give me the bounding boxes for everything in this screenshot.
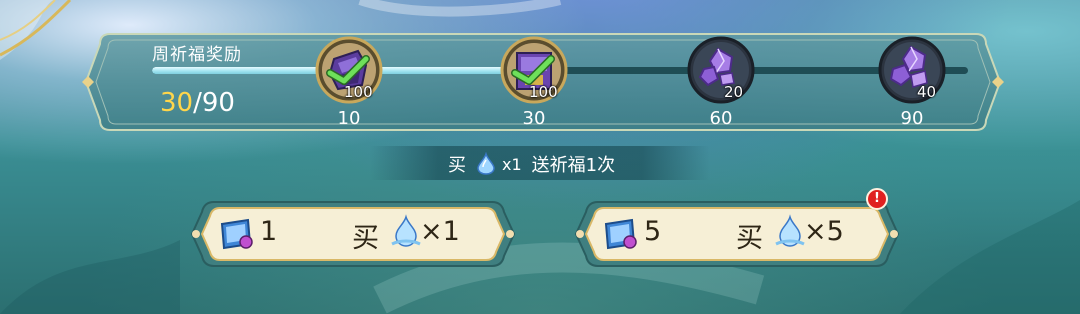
info-multiplier: x1	[502, 154, 522, 174]
blessing-ticket-icon	[604, 218, 637, 250]
blessing-drop-icon	[477, 152, 495, 175]
cost-value: 1	[260, 216, 278, 247]
milestone-60[interactable]: 20 60	[686, 35, 756, 135]
info-buy-label: 买	[448, 155, 466, 176]
buy-label: 买	[352, 223, 379, 254]
panel-title: 周祈福奖励	[152, 45, 242, 65]
milestone-threshold: 10	[337, 108, 361, 129]
milestone-quantity: 20	[724, 83, 744, 101]
buy-label: 买	[736, 223, 763, 254]
progress-separator: /	[193, 88, 202, 118]
milestone-quantity: 40	[917, 83, 937, 101]
milestone-90[interactable]: 40 90	[877, 35, 947, 135]
milestone-10[interactable]: 100 10	[314, 35, 384, 135]
blessing-drop-icon	[775, 214, 805, 247]
milestone-quantity: 100	[344, 83, 373, 101]
progress-max: 90	[201, 88, 235, 118]
progress-current: 30	[160, 88, 194, 118]
weekly-reward-panel: 周祈福奖励 30/90 100 10 100 30 20 60 40 90	[80, 30, 1006, 134]
buy-5-button[interactable]: 5 买 ×5	[572, 196, 902, 272]
quantity-label: ×5	[804, 216, 844, 247]
buy-1-button[interactable]: 1 买 ×1	[188, 196, 518, 272]
milestone-threshold: 90	[900, 108, 924, 129]
blessing-drop-icon	[391, 214, 421, 247]
milestone-quantity: 100	[529, 83, 558, 101]
milestone-threshold: 60	[709, 108, 733, 129]
progress-count: 30/90	[160, 88, 235, 118]
purple-crystal-icon	[687, 36, 755, 104]
purple-crystal-icon	[878, 36, 946, 104]
blessing-ticket-icon	[220, 218, 253, 250]
info-gift-label: 送祈福1次	[531, 155, 616, 176]
milestone-threshold: 30	[522, 108, 546, 129]
cost-value: 5	[644, 216, 662, 247]
milestone-30[interactable]: 100 30	[499, 35, 569, 135]
alert-badge: !	[866, 188, 888, 210]
bonus-info: 买 x1 送祈福1次	[448, 152, 615, 176]
quantity-label: ×1	[420, 216, 460, 247]
